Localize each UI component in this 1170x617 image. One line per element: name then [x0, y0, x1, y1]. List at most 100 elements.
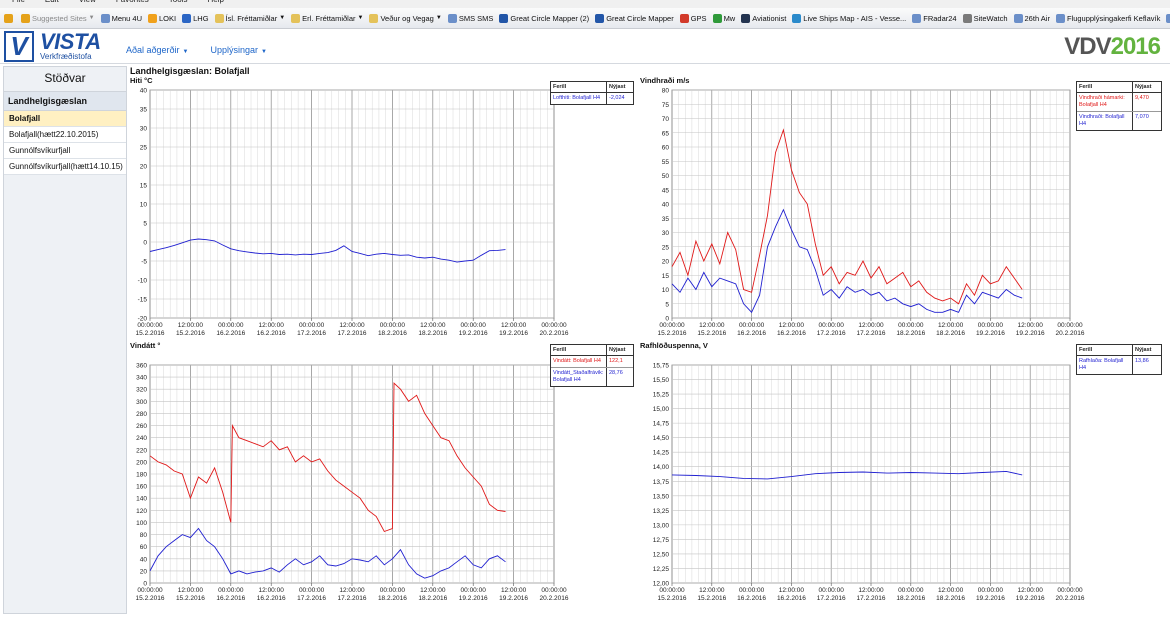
favorite-link[interactable]: Great Circle Mapper [595, 13, 674, 23]
y-tick-label: 120 [136, 508, 147, 515]
x-tick-label-date: 19.2.2016 [1016, 330, 1045, 337]
favorite-link[interactable]: Suggested Sites ▼ [21, 13, 95, 23]
browser-menu-favorites[interactable]: Favorites [116, 0, 149, 4]
x-tick-label-date: 17.2.2016 [338, 330, 367, 337]
sitewatch-icon [962, 13, 972, 23]
station-item[interactable]: Bolafjall(hætt22.10.2015) [4, 127, 126, 143]
x-tick-label-time: 00:00:00 [1057, 587, 1083, 594]
favorite-link[interactable]: Great Circle Mapper (2) [499, 13, 589, 23]
x-tick-label-date: 18.2.2016 [936, 595, 965, 602]
station-item[interactable]: Bolafjall [4, 111, 126, 127]
folder-icon [291, 13, 301, 23]
x-tick-label-time: 12:00:00 [339, 587, 365, 594]
legend-series-latest: 122,1 [609, 358, 623, 364]
legend-header-name: Ferill [551, 82, 607, 92]
x-tick-label-date: 17.2.2016 [817, 595, 846, 602]
chart-legend: Ferill Nýjast Vindhraði hámarki: Bolafjall… [1076, 81, 1162, 131]
legend-series-name: Rafhlaða: Bolafjall H4 [1077, 356, 1133, 374]
favorite-link[interactable]: SiteWatch [962, 13, 1008, 23]
y-tick-label: 20 [140, 164, 148, 171]
favorite-link[interactable]: Live Ships Map - AIS - Vesse... [792, 13, 906, 23]
favorite-link[interactable]: SMS SMS [447, 13, 493, 23]
x-tick-label-date: 20.2.2016 [540, 595, 569, 602]
y-tick-label: 45 [662, 187, 670, 194]
y-tick-label: 240 [136, 435, 147, 442]
y-tick-label: 55 [662, 159, 670, 166]
vista-logo[interactable]: V VISTA Verkfræðistofa [4, 29, 101, 62]
legend-row: Vindhraði: Bolafjall H4 7,070 [1077, 112, 1161, 130]
aviationist-icon [741, 13, 751, 23]
favorite-link[interactable]: Aviationist [741, 13, 786, 23]
favorite-link[interactable]: Mw [712, 13, 736, 23]
x-tick-label-time: 12:00:00 [699, 322, 725, 329]
site-header: V VISTA Verkfræðistofa Aðal aðgerðir ▼ Up… [0, 29, 1170, 64]
page-icon [1166, 13, 1170, 23]
vista-logo-mark-icon: V [4, 31, 34, 62]
favorite-label: Mw [723, 13, 736, 23]
legend-series-name: Vindhraði hámarki: Bolafjall H4 [1077, 93, 1133, 111]
y-tick-label: 10 [662, 287, 670, 294]
wind-speed-chart: Vindhraði m/s 0 5 10 15 20 25 30 35 40 45 50 55 60 65… [640, 76, 1162, 344]
favorite-link[interactable]: Veður og Vegag ▼ [369, 13, 442, 23]
legend-header-latest: Nýjast [1135, 84, 1152, 90]
gps-icon [679, 13, 689, 23]
chevron-down-icon: ▼ [261, 49, 267, 55]
station-item[interactable]: Gunnólfsvíkurfjall [4, 143, 126, 159]
nav-information[interactable]: Upplýsingar ▼ [211, 45, 267, 55]
outlook-icon [182, 13, 192, 23]
y-tick-label: 40 [140, 88, 148, 95]
x-tick-label-time: 12:00:00 [779, 322, 805, 329]
nav-main-actions[interactable]: Aðal aðgerðir ▼ [126, 45, 189, 55]
station-item[interactable]: Gunnólfsvíkurfjall(hætt14.10.15) [4, 159, 126, 175]
favorite-label: Ísl. Fréttamiðlar [225, 13, 278, 23]
chevron-down-icon: ▼ [279, 15, 286, 21]
globe-icon [595, 13, 605, 23]
legend-series-name: Lofthiti: Bolafjall H4 [551, 93, 607, 104]
favorite-link[interactable]: LOKI [148, 13, 176, 23]
favorite-link[interactable]: 26th Air [1013, 13, 1050, 23]
x-tick-label-date: 18.2.2016 [378, 595, 407, 602]
x-tick-label-date: 16.2.2016 [257, 330, 286, 337]
y-tick-label: 200 [136, 459, 147, 466]
favorite-link[interactable]: Flight Plan Guide [1166, 13, 1170, 23]
chevron-down-icon: ▼ [88, 15, 95, 21]
favorite-link[interactable]: Flugupplýsingakerfi Keflavík [1055, 13, 1160, 23]
y-tick-label: 5 [665, 301, 669, 308]
favorite-label: Veður og Vegag [380, 13, 434, 23]
stations-sidebar: Stöðvar Landhelgisgæslan Bolafjall Bolafj… [3, 66, 127, 614]
favorite-link[interactable]: Ísl. Fréttamiðlar ▼ [214, 13, 286, 23]
x-tick-label-time: 00:00:00 [380, 587, 406, 594]
favorite-link[interactable]: GPS [679, 13, 707, 23]
battery-voltage-chart: Rafhlöðuspenna, V 12,00 12,25 12,50 12,75 13… [640, 341, 1162, 613]
y-tick-label: 25 [662, 244, 670, 251]
x-tick-label-time: 00:00:00 [739, 322, 765, 329]
station-group-heading[interactable]: Landhelgisgæslan [4, 91, 126, 111]
browser-menu-help[interactable]: Help [207, 0, 223, 4]
x-tick-label-date: 19.2.2016 [459, 595, 488, 602]
favorite-label: Suggested Sites [32, 13, 87, 23]
chevron-down-icon: ▼ [435, 15, 442, 21]
x-tick-label-time: 00:00:00 [218, 587, 244, 594]
x-tick-label-date: 17.2.2016 [297, 595, 326, 602]
ships-icon [792, 13, 802, 23]
add-favorite-icon[interactable] [4, 13, 15, 23]
y-tick-label: 75 [662, 102, 670, 109]
x-tick-label-date: 16.2.2016 [737, 330, 766, 337]
favorite-link[interactable]: LHG [182, 13, 209, 23]
favorite-link[interactable]: Erl. Fréttamiðlar ▼ [291, 13, 363, 23]
browser-menu-file[interactable]: File [12, 0, 25, 4]
browser-menu-tools[interactable]: Tools [169, 0, 188, 4]
legend-header-name: Ferill [1077, 345, 1133, 355]
x-tick-label-time: 00:00:00 [380, 322, 406, 329]
favorite-link[interactable]: Menu 4U [100, 13, 142, 23]
legend-series-name: Vindátt_Staðalfrávik: Bolafjall H4 [551, 368, 607, 386]
temperature-chart-plot: -20-15-10-5051015202530354000:00:0015.2.… [136, 88, 569, 338]
x-tick-label-date: 20.2.2016 [540, 330, 569, 337]
chevron-down-icon: ▼ [182, 49, 189, 55]
browser-menu-view[interactable]: View [79, 0, 96, 4]
folder-icon [214, 13, 224, 23]
favorite-link[interactable]: FRadar24 [912, 13, 957, 23]
legend-series-latest: 28,76 [609, 370, 623, 376]
x-tick-label-date: 15.2.2016 [176, 595, 205, 602]
browser-menu-edit[interactable]: Edit [45, 0, 59, 4]
